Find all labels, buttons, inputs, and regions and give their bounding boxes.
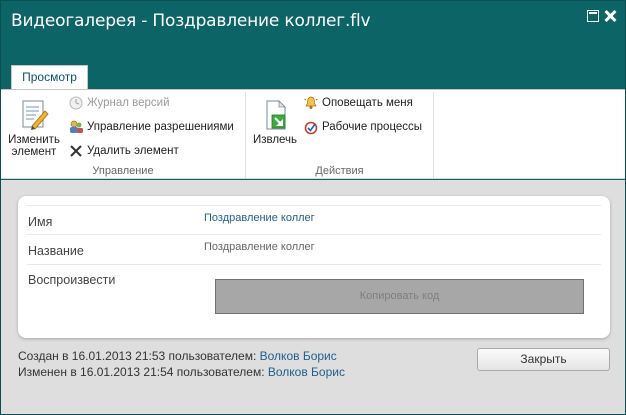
manage-permissions-label: Управление разрешениями (87, 121, 234, 133)
created-info: Создан в 16.01.2013 21:53 пользователем:… (18, 349, 337, 363)
actions-group-label: Действия (315, 165, 364, 177)
ribbon-group-actions: Извлечь Оповещать меня Рабочие процессы … (246, 90, 433, 179)
title-value: Поздравление коллег (204, 241, 315, 253)
ribbon: Изменить элемент Журнал версий Управлени… (1, 89, 625, 179)
history-icon (68, 95, 84, 111)
properties-panel: Имя Поздравление коллег Название Поздрав… (18, 196, 610, 338)
copy-code-button[interactable]: Копировать код (215, 279, 584, 314)
tab-view[interactable]: Просмотр (11, 65, 88, 90)
content-area: Имя Поздравление коллег Название Поздрав… (1, 180, 625, 414)
created-text: Создан в 16.01.2013 21:53 пользователем: (18, 349, 257, 363)
name-label: Имя (28, 215, 53, 229)
name-value-link[interactable]: Поздравление коллег (204, 212, 315, 224)
maximize-icon[interactable] (587, 10, 599, 22)
close-button[interactable]: Закрыть (477, 348, 610, 371)
modified-info: Изменен в 16.01.2013 21:54 пользователем… (18, 365, 345, 379)
dialog-window: Видеогалерея - Поздравление коллег.flv П… (0, 0, 626, 415)
title-label: Название (28, 244, 84, 258)
ribbon-separator (433, 92, 434, 178)
alert-me-button[interactable]: Оповещать меня (303, 94, 413, 112)
workflows-label: Рабочие процессы (322, 121, 423, 133)
property-row-title: Название Поздравление коллег (27, 234, 601, 264)
check-out-label: Извлечь (252, 134, 298, 146)
title-bar: Видеогалерея - Поздравление коллег.flv (1, 1, 625, 41)
delete-item-button[interactable]: Удалить элемент (68, 142, 179, 160)
modified-user-link[interactable]: Волков Борис (268, 365, 345, 379)
close-icon[interactable] (604, 10, 616, 22)
delete-item-label: Удалить элемент (87, 145, 179, 157)
check-out-button[interactable]: Извлечь (251, 99, 299, 146)
version-history-button[interactable]: Журнал версий (68, 94, 170, 112)
check-out-icon (259, 99, 291, 131)
property-row-name: Имя Поздравление коллег (27, 205, 601, 234)
edit-document-icon (18, 99, 50, 131)
created-user-link[interactable]: Волков Борис (260, 349, 337, 363)
manage-group-label: Управление (92, 165, 154, 177)
ribbon-group-manage: Изменить элемент Журнал версий Управлени… (1, 90, 245, 179)
modified-text: Изменен в 16.01.2013 21:54 пользователем… (18, 365, 265, 379)
window-title: Видеогалерея - Поздравление коллег.flv (11, 11, 371, 31)
manage-permissions-button[interactable]: Управление разрешениями (68, 118, 234, 136)
workflow-icon (303, 119, 319, 135)
version-history-label: Журнал версий (87, 97, 170, 109)
edit-item-button[interactable]: Изменить элемент (5, 99, 63, 158)
workflows-button[interactable]: Рабочие процессы (303, 118, 422, 136)
edit-item-label-line2: элемент (11, 146, 57, 158)
delete-icon (68, 143, 84, 159)
alert-me-label: Оповещать меня (322, 97, 413, 109)
permissions-icon (68, 119, 84, 135)
play-label: Воспроизвести (28, 273, 116, 287)
edit-item-label-line1: Изменить (8, 134, 60, 146)
bell-icon (303, 95, 319, 111)
